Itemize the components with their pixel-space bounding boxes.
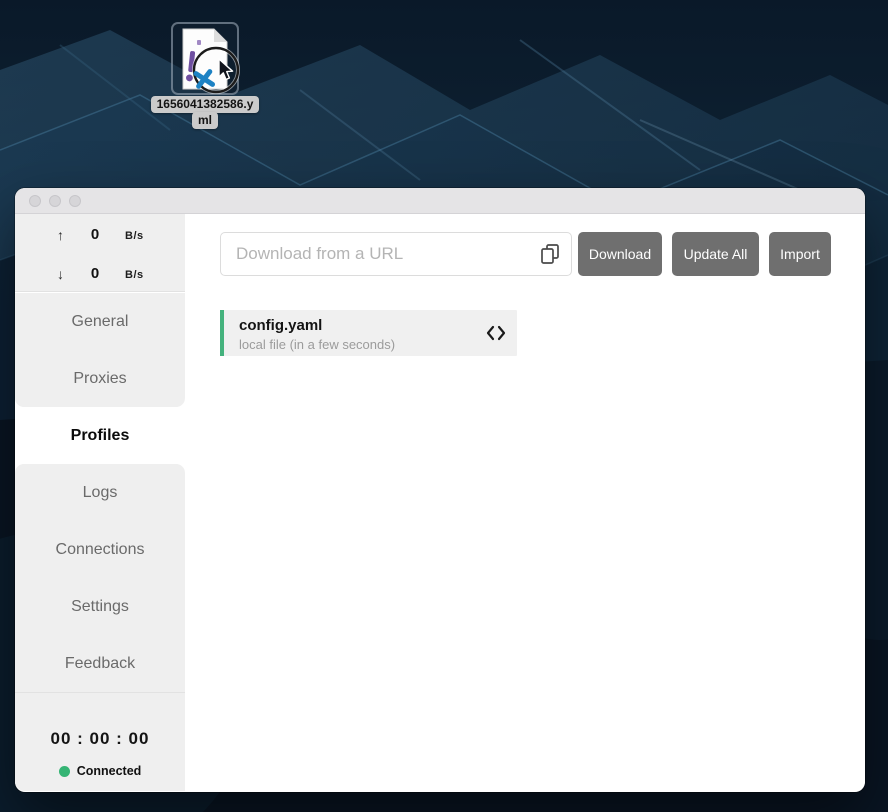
connection-status: Connected <box>15 761 185 781</box>
file-name-line2: ml <box>192 112 218 129</box>
sidebar-item-feedback[interactable]: Feedback <box>15 635 185 692</box>
connection-timer: 00 : 00 : 00 <box>15 725 185 753</box>
file-name-line1: 1656041382586.y <box>151 96 260 113</box>
status-dot-icon <box>59 766 70 777</box>
upload-arrow-icon: ↑ <box>57 227 64 243</box>
traffic-light-minimize[interactable] <box>49 195 61 207</box>
sidebar-item-profiles[interactable]: Profiles <box>15 407 185 464</box>
sidebar-item-settings[interactable]: Settings <box>15 578 185 635</box>
sidebar-footer-divider <box>15 692 185 693</box>
app-window: ↑ 0 B/s ↓ 0 B/s General Proxies Profiles… <box>15 188 865 792</box>
profile-active-bar <box>220 310 224 356</box>
profile-detail: local file (in a few seconds) <box>239 337 395 352</box>
window-body: ↑ 0 B/s ↓ 0 B/s General Proxies Profiles… <box>15 214 865 791</box>
upload-speed-unit: B/s <box>125 230 144 242</box>
profiles-panel: Download Update All Import config.yaml l… <box>185 214 865 791</box>
sidebar-item-general[interactable]: General <box>15 293 185 350</box>
sidebar-item-connections[interactable]: Connections <box>15 521 185 578</box>
desktop: 1656041382586.y ml ↑ 0 B/s ↓ <box>0 0 888 812</box>
mouse-pointer-icon <box>217 58 235 82</box>
update-all-button[interactable]: Update All <box>672 232 759 276</box>
window-titlebar[interactable] <box>15 188 865 214</box>
traffic-light-close[interactable] <box>29 195 41 207</box>
speed-panel: ↑ 0 B/s ↓ 0 B/s <box>15 214 185 292</box>
sidebar-item-proxies[interactable]: Proxies <box>15 350 185 407</box>
download-speed-unit: B/s <box>125 269 144 281</box>
desktop-file-icon[interactable]: 1656041382586.y ml <box>144 20 266 129</box>
upload-speed-value: 0 <box>77 226 113 243</box>
upload-speed-row: ↑ 0 B/s <box>15 226 185 248</box>
status-label: Connected <box>77 764 142 778</box>
traffic-light-zoom[interactable] <box>69 195 81 207</box>
paste-icon[interactable] <box>539 243 561 265</box>
sidebar: ↑ 0 B/s ↓ 0 B/s General Proxies Profiles… <box>15 214 185 791</box>
download-speed-value: 0 <box>77 265 113 282</box>
download-arrow-icon: ↓ <box>57 266 64 282</box>
code-brackets-icon[interactable] <box>486 325 506 341</box>
profile-name: config.yaml <box>239 317 322 334</box>
download-speed-row: ↓ 0 B/s <box>15 265 185 287</box>
url-input-wrap <box>220 232 572 276</box>
sidebar-item-logs[interactable]: Logs <box>15 464 185 521</box>
profile-card-config-yaml[interactable]: config.yaml local file (in a few seconds… <box>220 310 517 356</box>
download-button[interactable]: Download <box>578 232 662 276</box>
url-input[interactable] <box>220 232 572 276</box>
file-label: 1656041382586.y ml <box>144 96 266 129</box>
import-button[interactable]: Import <box>769 232 831 276</box>
